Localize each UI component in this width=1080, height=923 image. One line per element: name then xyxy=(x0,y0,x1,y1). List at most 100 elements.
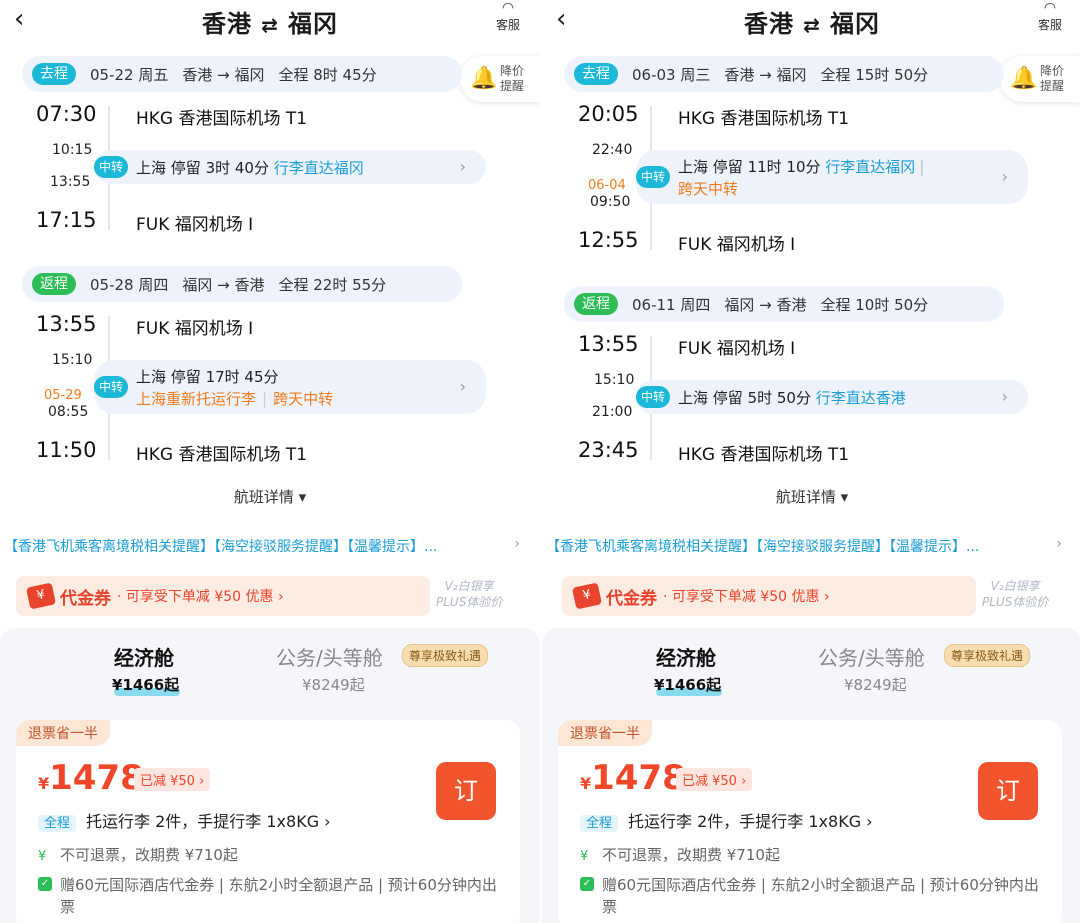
baggage-info[interactable]: 全程 托运行李 2件，手提行李 1x8KG › xyxy=(38,808,331,832)
book-button[interactable]: 订 xyxy=(978,762,1038,820)
plus-badge: V₂白银享 PLUS体验价 xyxy=(982,578,1048,610)
customer-service-button[interactable]: ◠ 客服 xyxy=(490,0,526,33)
outbound-duration: 全程 8时 45分 xyxy=(278,65,377,84)
discount-badge[interactable]: 已减 ¥50 › xyxy=(134,768,211,791)
price-alert-button[interactable]: 🔔 降价 提醒 xyxy=(1000,56,1080,102)
transfer-badge: 中转 xyxy=(94,156,129,178)
notice-text: 【香港飞机乘客离境税相关提醒】【海空接驳服务提醒】【温馨提示】... xyxy=(4,539,438,555)
outbound-arrival-airport: FUK 福冈机场 I xyxy=(136,215,254,235)
tab-economy[interactable]: 经济舱 xyxy=(656,642,716,671)
fare-price: ¥1478 xyxy=(580,758,686,798)
transfer-city: 上海 xyxy=(136,368,167,386)
return-tag: 返程 xyxy=(32,273,76,295)
return-date: 06-11 周四 xyxy=(632,295,711,314)
book-button[interactable]: 订 xyxy=(436,762,496,820)
bell-icon: 🔔 xyxy=(1010,66,1038,91)
return-transfer-arrival: 15:10 xyxy=(52,352,93,368)
origin-city: 香港 xyxy=(202,10,252,38)
headset-icon: ◠ xyxy=(1043,0,1057,16)
outbound-transfer-departure: 09:50 xyxy=(590,194,631,210)
baggage-info[interactable]: 全程 托运行李 2件，手提行李 1x8KG › xyxy=(580,808,873,832)
transfer-badge: 中转 xyxy=(94,376,129,398)
outbound-transfer-departure: 13:55 xyxy=(50,174,91,190)
return-transfer-departure: 21:00 xyxy=(592,404,633,420)
destination-city: 福冈 xyxy=(288,10,338,38)
outbound-summary: 去程 06-03 周三 香港 → 福冈 全程 15时 50分 xyxy=(564,56,1004,92)
transfer-baggage: 行李直达福冈 xyxy=(825,158,916,176)
return-departure-time: 13:55 xyxy=(578,332,639,356)
yen-icon: ¥ xyxy=(580,849,589,864)
coupon-icon: ¥ xyxy=(571,582,603,610)
return-arrival-airport: HKG 香港国际机场 T1 xyxy=(678,445,850,465)
return-duration: 全程 10时 50分 xyxy=(820,295,929,314)
return-summary: 返程 05-28 周四 福冈 → 香港 全程 22时 55分 xyxy=(22,266,462,302)
baggage-tag: 全程 xyxy=(38,815,77,832)
return-arrival-airport: HKG 香港国际机场 T1 xyxy=(136,445,308,465)
refund-tag: 退票省一半 xyxy=(558,720,652,746)
return-arrival-time: 11:50 xyxy=(36,438,97,462)
business-price: ¥8249起 xyxy=(844,676,907,694)
tab-business-first[interactable]: 公务/头等舱 xyxy=(818,642,925,671)
coupon-banner[interactable]: ¥ 代金券 · 可享受下单减 ¥50 优惠 › xyxy=(16,576,430,616)
return-departure-airport: FUK 福冈机场 I xyxy=(678,339,796,359)
transfer-badge: 中转 xyxy=(636,166,671,188)
route-title: 香港 ⇄ 福冈 xyxy=(542,4,1080,39)
tab-business-first[interactable]: 公务/头等舱 xyxy=(276,642,383,671)
notice-text: 【香港飞机乘客离境税相关提醒】【海空接驳服务提醒】【温馨提示】... xyxy=(546,539,980,555)
fare-price-value: 1478 xyxy=(591,758,686,798)
coupon-name: 代金券 xyxy=(606,588,657,609)
plus-line-1: V₂白银享 xyxy=(990,579,1040,593)
yen-icon: ¥ xyxy=(38,849,47,864)
flight-panel-right: ‹ 香港 ⇄ 福冈 ◠ 客服 🔔 降价 提醒 去程 06-03 周三 香港 → 福冈 … xyxy=(540,0,1080,923)
chevron-right-icon: › xyxy=(1056,536,1062,552)
header: ‹ 香港 ⇄ 福冈 ◠ 客服 xyxy=(0,0,540,44)
flight-detail-link[interactable]: 航班详情 ▾ xyxy=(542,486,1080,507)
discount-badge[interactable]: 已减 ¥50 › xyxy=(676,768,753,791)
tab-economy[interactable]: 经济舱 xyxy=(114,642,174,671)
premium-tag: 尊享极致礼遇 xyxy=(944,644,1031,667)
outbound-transfer-date: 06-04 xyxy=(588,178,626,193)
outbound-date: 05-22 周五 xyxy=(90,65,169,84)
bell-icon: 🔔 xyxy=(470,66,498,91)
return-tag: 返程 xyxy=(574,293,618,315)
return-transfer-arrival: 15:10 xyxy=(594,372,635,388)
outbound-transfer-row[interactable]: 中转 上海 停留 11时 10分 行李直达福冈 | 跨天中转 › xyxy=(636,150,1028,204)
check-icon: ✓ xyxy=(38,877,52,891)
customer-service-label: 客服 xyxy=(1037,18,1062,32)
plus-badge: V₂白银享 PLUS体验价 xyxy=(436,578,502,610)
fare-price: ¥1478 xyxy=(38,758,144,798)
flight-detail-link[interactable]: 航班详情 ▾ xyxy=(0,486,540,507)
outbound-transfer-row[interactable]: 中转 上海 停留 3时 40分 行李直达福冈 › xyxy=(94,150,486,184)
customer-service-button[interactable]: ◠ 客服 xyxy=(1032,0,1068,33)
baggage-text: 托运行李 2件，手提行李 1x8KG › xyxy=(86,812,331,831)
return-transfer-row[interactable]: 中转 上海 停留 17时 45分 上海重新托运行李 | 跨天中转 › xyxy=(94,360,486,414)
notice-banner[interactable]: 【香港飞机乘客离境税相关提醒】【海空接驳服务提醒】【温馨提示】... › xyxy=(0,536,540,560)
coupon-banner[interactable]: ¥ 代金券 · 可享受下单减 ¥50 优惠 › xyxy=(562,576,976,616)
baggage-tag: 全程 xyxy=(580,815,619,832)
plus-line-2: PLUS体验价 xyxy=(436,595,503,609)
outbound-duration: 全程 15时 50分 xyxy=(820,65,929,84)
return-transfer-departure: 08:55 xyxy=(48,404,89,420)
transfer-baggage: 行李直达福冈 xyxy=(273,159,364,177)
price-alert-button[interactable]: 🔔 降价 提醒 xyxy=(460,56,540,102)
business-price: ¥8249起 xyxy=(302,676,365,694)
check-icon: ✓ xyxy=(580,877,594,891)
round-trip-icon: ⇄ xyxy=(261,13,279,37)
outbound-departure-time: 20:05 xyxy=(578,102,639,126)
transfer-city: 上海 xyxy=(678,158,709,176)
return-summary: 返程 06-11 周四 福冈 → 香港 全程 10时 50分 xyxy=(564,286,1004,322)
transfer-stay: 停留 11时 10分 xyxy=(712,158,821,176)
customer-service-label: 客服 xyxy=(495,18,520,32)
coupon-desc: · 可享受下单减 ¥50 优惠 › xyxy=(663,589,830,605)
return-duration: 全程 22时 55分 xyxy=(278,275,387,294)
refund-rule: ¥ 不可退票，改期费 ¥710起 xyxy=(38,846,238,864)
transfer-stay: 停留 17时 45分 xyxy=(170,368,279,386)
outbound-tag: 去程 xyxy=(32,63,76,85)
gift-info: ✓ 赠60元国际酒店代金券 | 东航2小时全额退产品 | 预计60分钟内出票 xyxy=(580,874,1040,918)
headset-icon: ◠ xyxy=(501,0,515,16)
premium-tag: 尊享极致礼遇 xyxy=(402,644,489,667)
return-transfer-row[interactable]: 中转 上海 停留 5时 50分 行李直达香港 › xyxy=(636,380,1028,414)
notice-banner[interactable]: 【香港飞机乘客离境税相关提醒】【海空接驳服务提醒】【温馨提示】... › xyxy=(542,536,1080,560)
outbound-date: 06-03 周三 xyxy=(632,65,711,84)
transfer-city: 上海 xyxy=(136,159,167,177)
